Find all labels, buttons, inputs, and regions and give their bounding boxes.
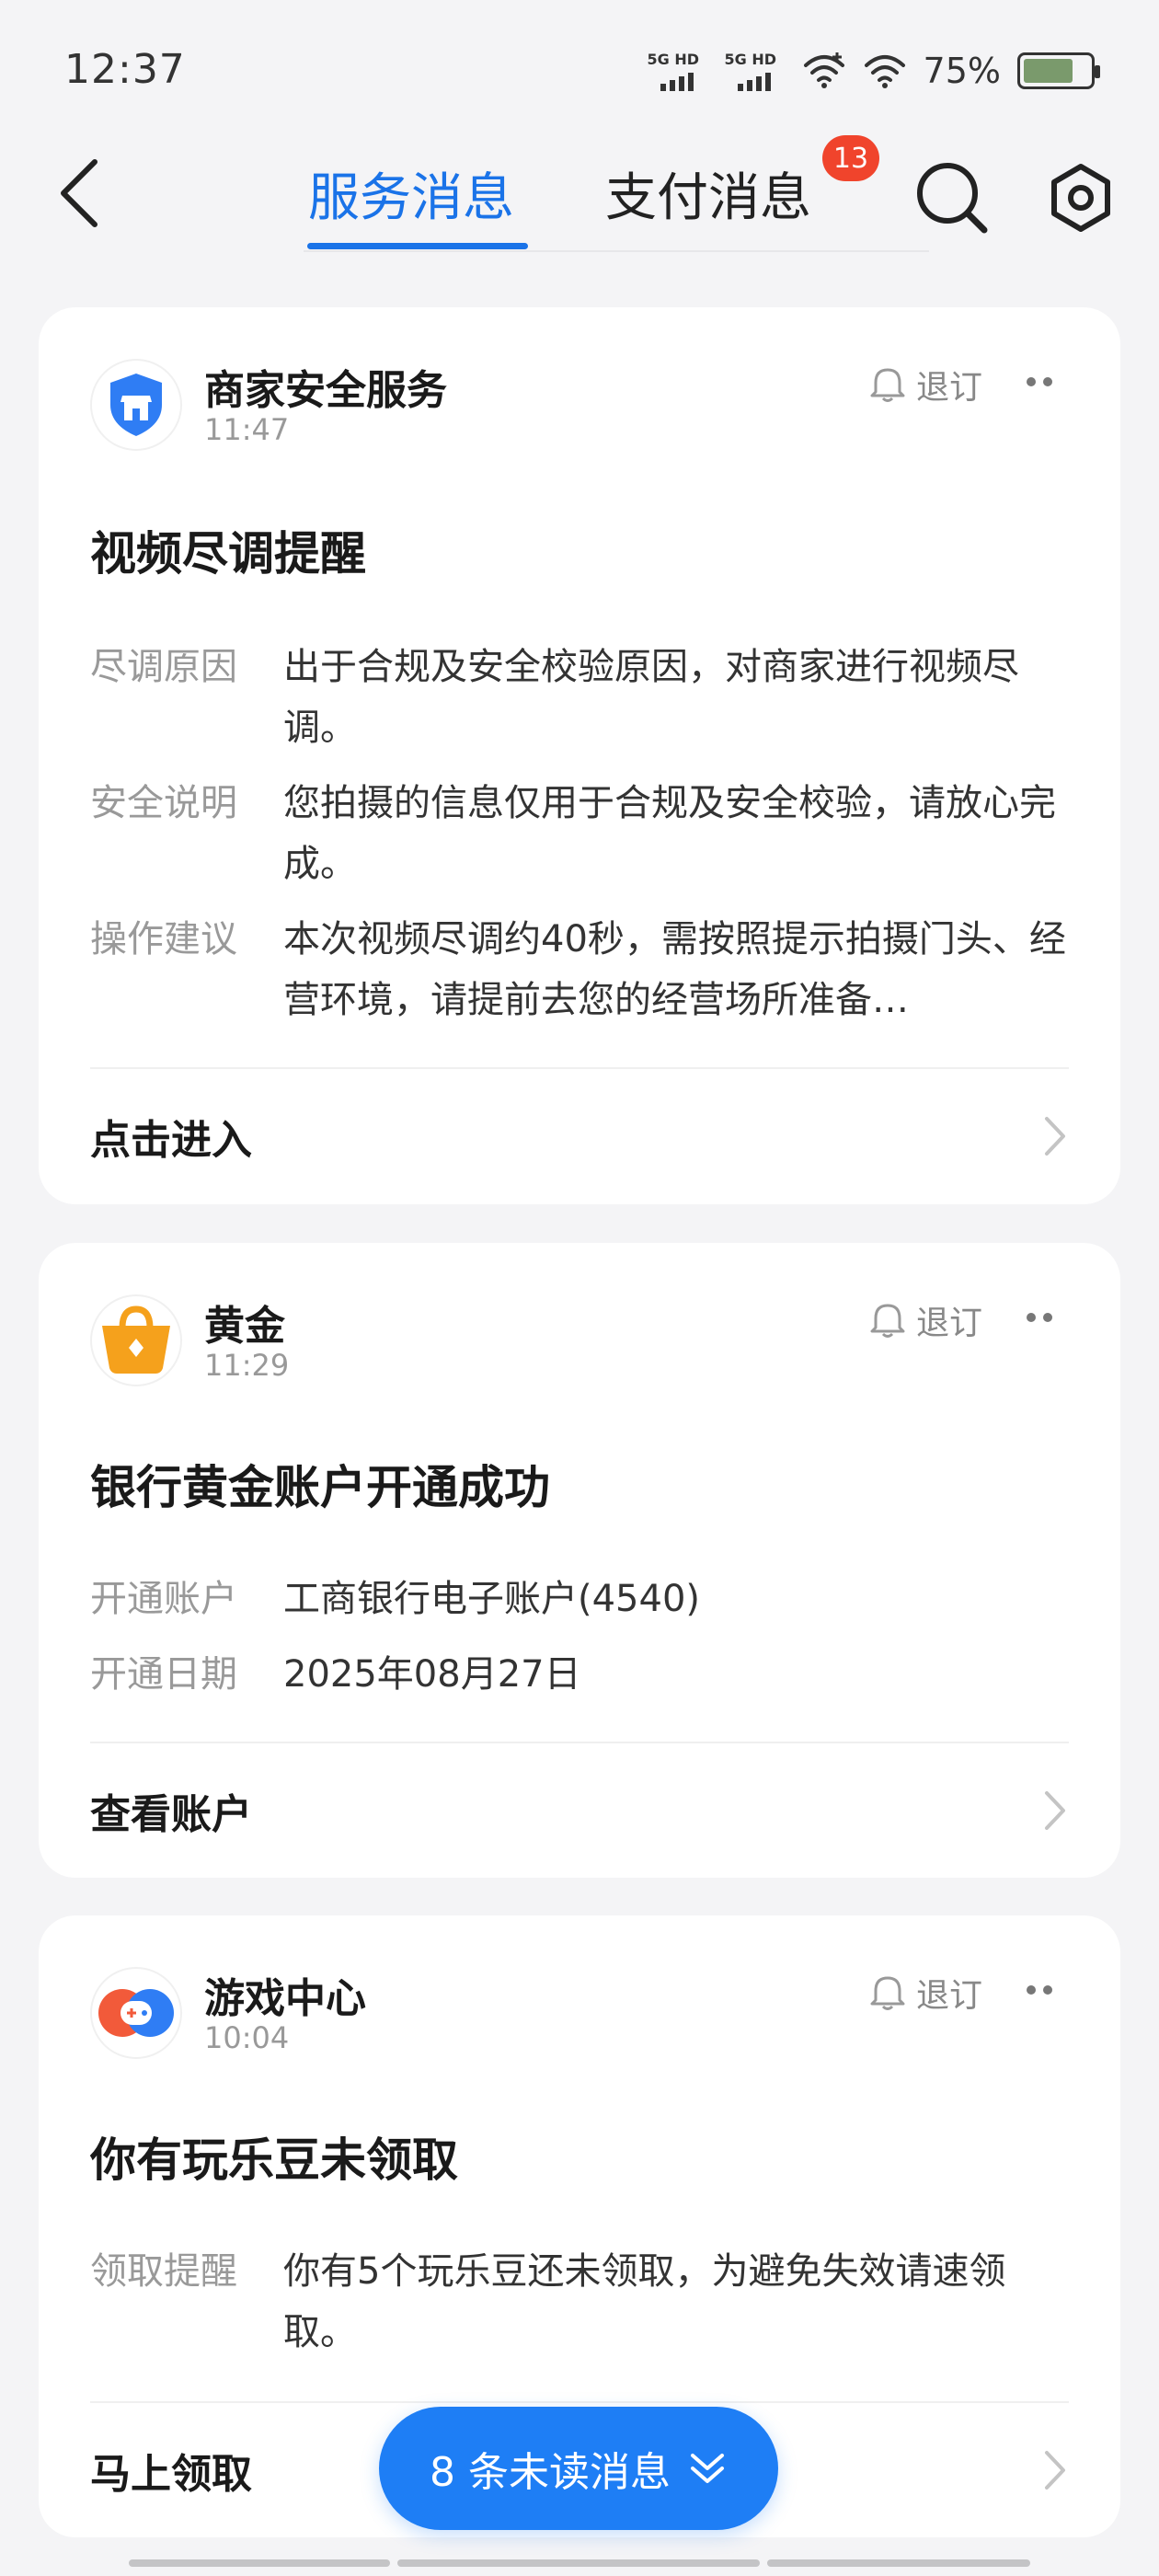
field-value: 您拍摄的信息仅用于合规及安全校验，请放心完成。 [283, 782, 1056, 885]
field-label: 开通账户 [90, 1578, 237, 1620]
page-indicator [397, 2559, 760, 2567]
card-header: 商家安全服务 11:47 退订 [90, 359, 1069, 451]
action-label: 马上领取 [90, 2451, 252, 2498]
message-time: 11:29 [204, 1348, 290, 1383]
field-label: 领取提醒 [90, 2250, 237, 2293]
message-title: 你有玩乐豆未领取 [90, 2133, 458, 2187]
active-tab-indicator [307, 243, 528, 249]
bell-icon [870, 1976, 905, 2010]
search-icon [917, 163, 988, 234]
field-label: 开通日期 [90, 1653, 237, 1696]
field-value: 本次视频尽调约40秒，需按照提示拍摄门头、经营环境，请提前去您的经营场所准备… [283, 918, 1066, 1021]
tab-divider [304, 250, 929, 252]
message-card[interactable]: 黄金 11:29 退订 银行黄金账户开通成功 开通账户 工商银行电子账户(454… [39, 1243, 1120, 1878]
field-row: 尽调原因 出于合规及安全校验原因，对商家进行视频尽调。 [90, 637, 1069, 765]
unread-badge: 13 [822, 135, 879, 181]
field-row: 操作建议 本次视频尽调约40秒，需按照提示拍摄门头、经营环境，请提前去您的经营场… [90, 909, 1069, 1038]
card-action[interactable]: 查看账户 [90, 1769, 1069, 1852]
message-card[interactable]: 商家安全服务 11:47 退订 视频尽调提醒 尽调原因 出于合规及安全校验原因，… [39, 307, 1120, 1204]
field-row: 安全说明 您拍摄的信息仅用于合规及安全校验，请放心完成。 [90, 773, 1069, 902]
unsubscribe-label: 退订 [915, 1305, 982, 1342]
more-options-button[interactable] [1021, 368, 1058, 396]
wifi-hotspot-icon [803, 52, 844, 88]
page-indicator [129, 2559, 390, 2567]
page-indicator [767, 2559, 1030, 2567]
field-value: 工商银行电子账户(4540) [283, 1578, 701, 1620]
message-time: 10:04 [204, 2020, 290, 2055]
tab-payment-messages[interactable]: 支付消息 [605, 147, 811, 239]
signal-icon: 5G HD [725, 51, 786, 91]
message-title: 银行黄金账户开通成功 [90, 1461, 550, 1514]
gold-bag-icon [90, 1294, 182, 1386]
bell-icon [870, 1304, 905, 1338]
sender-name: 商家安全服务 [204, 367, 447, 414]
top-nav: 服务消息 支付消息 13 [0, 135, 1159, 258]
field-row: 开通日期 2025年08月27日 [90, 1644, 1069, 1708]
card-action[interactable]: 点击进入 [90, 1095, 1069, 1178]
field-label: 操作建议 [90, 918, 237, 960]
unsubscribe-button[interactable]: 退订 [870, 1296, 982, 1344]
gear-icon [1051, 164, 1110, 232]
field-label: 安全说明 [90, 782, 237, 824]
sender-name: 游戏中心 [204, 1975, 366, 2022]
more-options-button[interactable] [1021, 1976, 1058, 2004]
signal-icon: 5G HD [648, 51, 708, 91]
unsubscribe-button[interactable]: 退订 [870, 1969, 982, 2017]
battery-percent: 75% [923, 51, 1001, 91]
bell-icon [870, 368, 905, 402]
chevron-right-icon [1045, 2451, 1065, 2490]
field-row: 开通账户 工商银行电子账户(4540) [90, 1569, 1069, 1633]
card-header: 游戏中心 10:04 退订 [90, 1967, 1069, 2059]
chevron-right-icon [1045, 1117, 1065, 1156]
status-indicators: 5G HD 5G HD 75% [648, 48, 1100, 94]
status-time: 12:37 [64, 46, 186, 93]
double-chevron-down-icon [690, 2454, 724, 2483]
card-divider [90, 2401, 1069, 2403]
chevron-left-icon [61, 159, 98, 227]
message-title: 视频尽调提醒 [90, 527, 366, 581]
field-value: 出于合规及安全校验原因，对商家进行视频尽调。 [283, 646, 1019, 749]
chevron-right-icon [1045, 1791, 1065, 1830]
card-divider [90, 1067, 1069, 1069]
tab-service-messages[interactable]: 服务消息 [308, 147, 514, 239]
field-row: 领取提醒 你有5个玩乐豆还未领取，为避免失效请速领取。 [90, 2241, 1069, 2370]
card-header: 黄金 11:29 退订 [90, 1294, 1069, 1386]
action-label: 查看账户 [90, 1791, 252, 1838]
gamepad-icon [90, 1967, 182, 2059]
field-value: 你有5个玩乐豆还未领取，为避免失效请速领取。 [283, 2250, 1006, 2353]
more-options-button[interactable] [1021, 1304, 1058, 1331]
unsubscribe-label: 退订 [915, 369, 982, 407]
unsubscribe-button[interactable]: 退订 [870, 361, 982, 408]
action-label: 点击进入 [90, 1117, 252, 1164]
unread-messages-button[interactable]: 8 条未读消息 [379, 2407, 778, 2530]
status-bar: 12:37 5G HD 5G HD 75% [0, 0, 1159, 138]
shield-store-icon [90, 359, 182, 451]
field-value: 2025年08月27日 [283, 1653, 581, 1696]
unsubscribe-label: 退订 [915, 1977, 982, 2015]
message-time: 11:47 [204, 412, 290, 447]
wifi-icon [864, 55, 905, 88]
search-button[interactable] [911, 156, 993, 239]
card-divider [90, 1742, 1069, 1743]
back-button[interactable] [52, 156, 107, 230]
sender-name: 黄金 [204, 1303, 285, 1350]
unread-label: 8 条未读消息 [430, 2449, 671, 2496]
settings-button[interactable] [1039, 156, 1122, 239]
field-label: 尽调原因 [90, 646, 237, 688]
battery-icon [1017, 52, 1100, 89]
